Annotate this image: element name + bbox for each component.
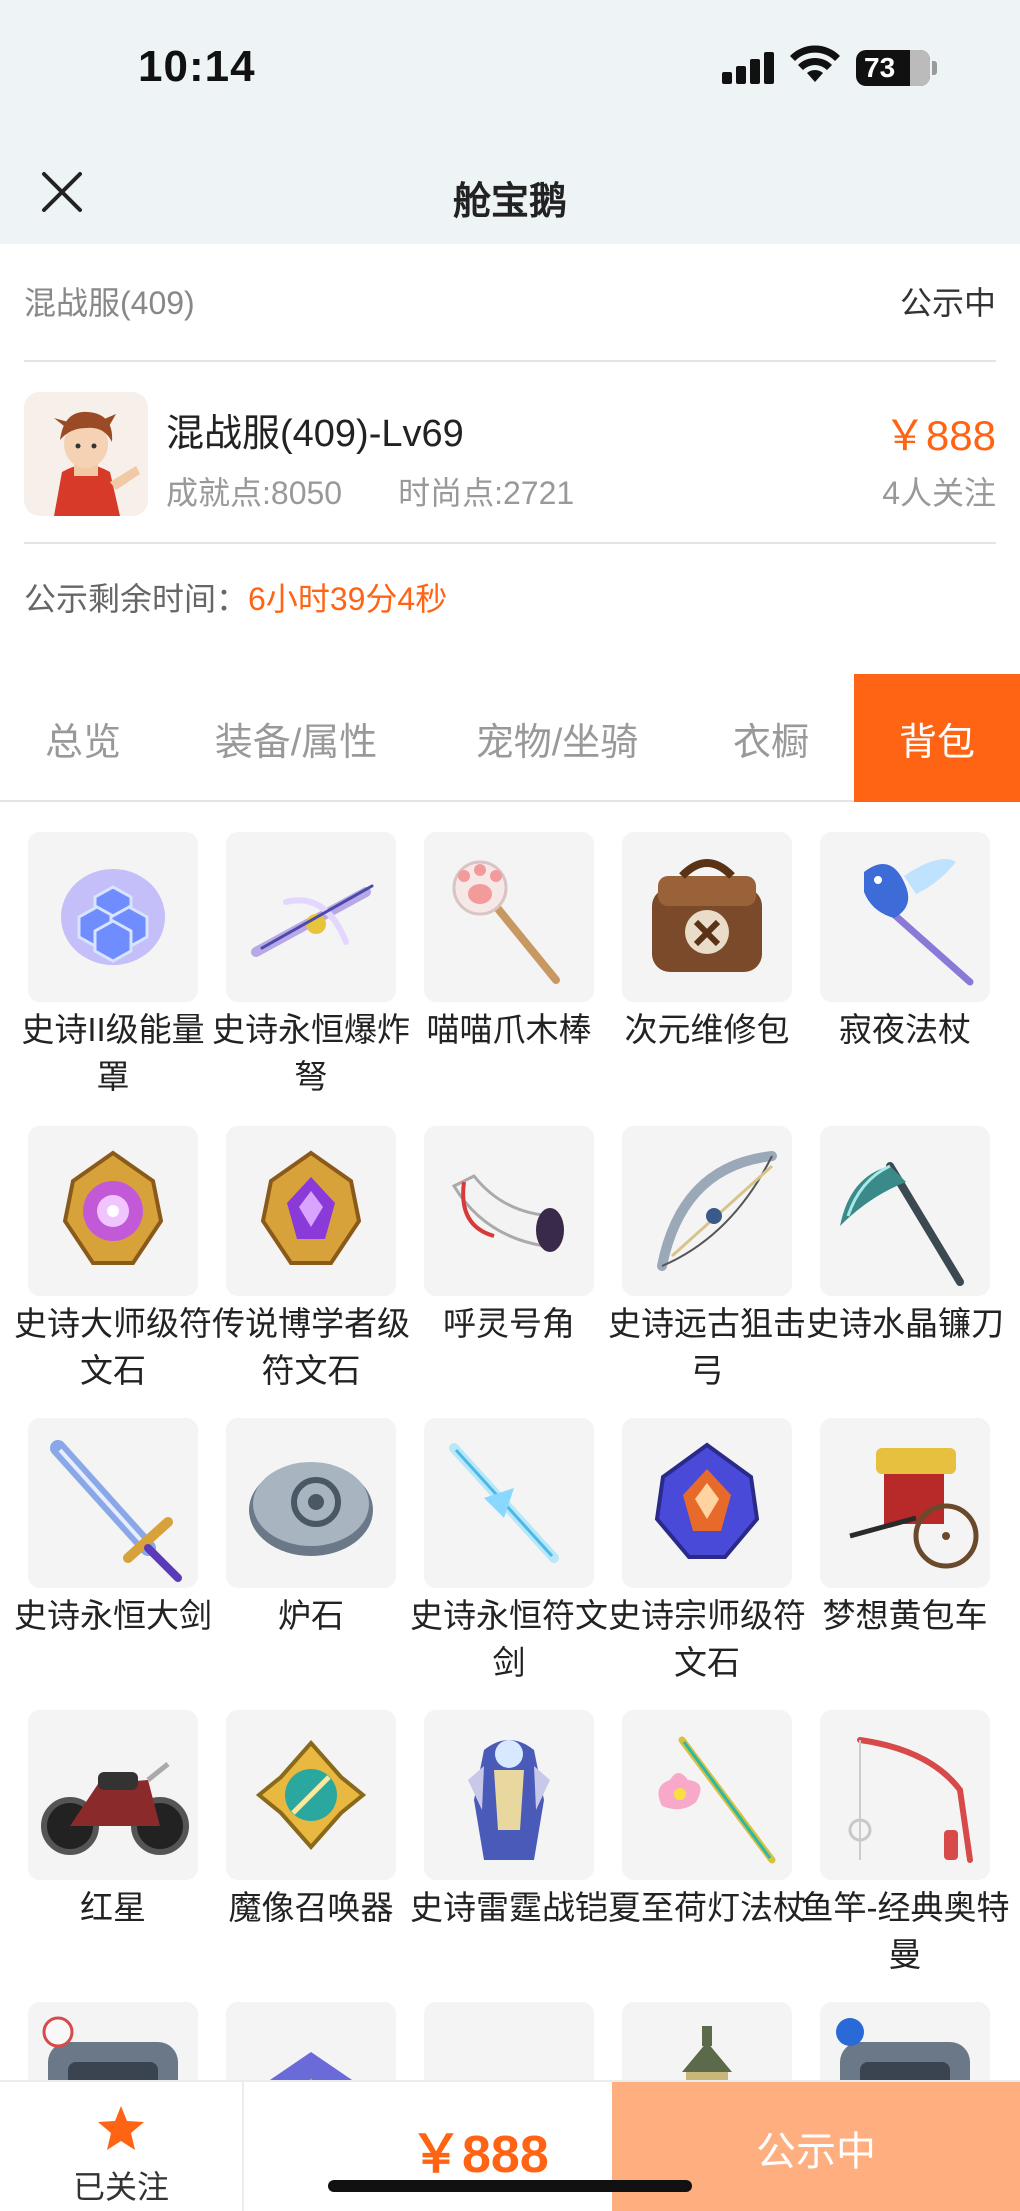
- achievement-points: 成就点:8050: [166, 475, 343, 511]
- inventory-item-name: 传说博学者级符文石: [212, 1305, 410, 1389]
- paw-staff-icon: [424, 832, 594, 1002]
- battery-tip: [932, 61, 937, 75]
- account-price: ￥888: [883, 412, 996, 459]
- lotus-staff-icon-art: [658, 1736, 776, 1864]
- inventory-item-name: 史诗永恒符文剑: [410, 1597, 608, 1681]
- inventory-item-name: 史诗大师级符文石: [14, 1305, 212, 1389]
- tab-inventory[interactable]: 背包: [854, 674, 1020, 802]
- paw-staff-icon-art: [452, 860, 560, 984]
- inventory-item-name: 史诗宗师级符文石: [608, 1597, 806, 1681]
- avatar: [24, 392, 148, 516]
- rune-stone-red-icon: [622, 1418, 792, 1588]
- inventory-item-name: 史诗II级能量罩: [21, 1011, 205, 1095]
- account-stats: 成就点:8050 时尚点:2721: [166, 468, 574, 514]
- wifi-icon: [790, 45, 840, 82]
- scythe-icon-art: [840, 1162, 964, 1286]
- countdown-label: 公示剩余时间：: [24, 581, 249, 617]
- inventory-item-name: 红星: [80, 1889, 146, 1926]
- crossbow-icon: [226, 832, 396, 1002]
- greatsword-icon: [28, 1418, 198, 1588]
- follow-label: 已关注: [72, 2169, 169, 2205]
- scythe-icon: [820, 1126, 990, 1296]
- inventory-item-name: 次元维修包: [624, 1011, 790, 1048]
- tab-bar: 总览 装备/属性 宠物/坐骑 衣橱 背包: [0, 674, 1020, 802]
- repair-bag-icon: [622, 832, 792, 1002]
- home-indicator: [328, 2180, 692, 2192]
- account-title: 混战服(409)-Lv69: [166, 413, 464, 455]
- battery-empty-segment: [910, 50, 930, 86]
- horn-icon-art: [451, 1174, 564, 1252]
- follower-count: 4人关注: [882, 475, 996, 511]
- pegasus-staff-icon-art: [864, 859, 974, 986]
- rune-stone-red-icon-art: [654, 1442, 760, 1559]
- repair-bag-icon-art: [652, 859, 762, 972]
- inventory-item-name: 史诗永恒大剑: [14, 1597, 212, 1634]
- inventory-item-name: 史诗远古狙击弓: [608, 1305, 806, 1389]
- bottom-price: ￥888: [410, 2126, 549, 2184]
- inventory-item-name: 炉石: [278, 1597, 344, 1634]
- fishing-rod-icon: [820, 1710, 990, 1880]
- armor-icon: [424, 1710, 594, 1880]
- crossbow-icon-art: [251, 884, 374, 957]
- horn-icon: [424, 1126, 594, 1296]
- greatsword-icon-art: [50, 1440, 182, 1582]
- inventory-item-name: 呼灵号角: [443, 1305, 575, 1342]
- star-icon: [98, 2106, 144, 2150]
- nav-bar: 舱宝鹅: [0, 140, 1020, 244]
- inventory-item-name: 史诗雷霆战铠: [410, 1889, 608, 1926]
- listing-status: 公示中: [899, 285, 996, 321]
- status-bar: 10:14 73: [0, 0, 1020, 140]
- bow-icon-art: [657, 1151, 777, 1271]
- server-row: 混战服(409) 公示中: [24, 244, 996, 362]
- rickshaw-icon: [820, 1418, 990, 1588]
- golem-summoner-icon: [226, 1710, 396, 1880]
- server-name: 混战服(409): [24, 285, 195, 321]
- rickshaw-icon-art: [849, 1448, 979, 1569]
- inventory-item-name: 史诗永恒爆炸弩: [212, 1011, 410, 1095]
- inventory-item-name: 史诗水晶镰刀: [806, 1305, 1004, 1342]
- rune-sword-icon-art: [449, 1443, 559, 1563]
- rune-stone-icon-art: [62, 1150, 164, 1265]
- golem-summoner-icon-art: [255, 1739, 367, 1851]
- inventory-item-name: 魔像召唤器: [228, 1889, 394, 1926]
- follow-button[interactable]: 已关注: [0, 2082, 244, 2211]
- inventory-item-name: 喵喵爪木棒: [426, 1011, 592, 1048]
- countdown-value: 6小时39分4秒: [248, 581, 448, 617]
- inventory-item-name: 寂夜法杖: [839, 1011, 971, 1048]
- pegasus-staff-icon: [820, 832, 990, 1002]
- countdown-row: 公示剩余时间：6小时39分4秒: [24, 574, 447, 620]
- inventory-item-name: 梦想黄包车: [822, 1597, 988, 1634]
- rune-stone-icon: [28, 1126, 198, 1296]
- page-title: 舱宝鹅: [452, 181, 567, 223]
- rune-stone-purple-icon: [226, 1126, 396, 1296]
- tab-equipment[interactable]: 装备/属性: [166, 674, 426, 802]
- energy-shield-icon-art: [61, 869, 165, 965]
- hearthstone-icon: [226, 1418, 396, 1588]
- rune-stone-purple-icon-art: [260, 1150, 362, 1265]
- hearthstone-icon-art: [249, 1462, 373, 1556]
- fishing-rod-icon-art: [848, 1737, 973, 1863]
- tab-wardrobe[interactable]: 衣橱: [688, 674, 854, 802]
- bow-icon: [622, 1126, 792, 1296]
- account-summary[interactable]: 混战服(409)-Lv69 成就点:8050 时尚点:2721 ￥888 4人关注: [24, 362, 996, 544]
- fashion-points: 时尚点:2721: [398, 475, 575, 511]
- battery-level: 73: [864, 52, 896, 83]
- armor-icon-art: [468, 1740, 550, 1860]
- energy-shield-icon: [28, 832, 198, 1002]
- motorcycle-icon: [28, 1710, 198, 1880]
- motorcycle-icon-art: [41, 1762, 189, 1855]
- rune-sword-icon: [424, 1418, 594, 1588]
- inventory-item-name: 鱼竿-经典奥特曼: [800, 1889, 1010, 1973]
- battery-icon: 73: [856, 50, 930, 86]
- cellular-signal-icon: [722, 52, 776, 84]
- tab-overview[interactable]: 总览: [0, 674, 166, 802]
- tab-pets-mounts[interactable]: 宠物/坐骑: [426, 674, 688, 802]
- inventory-item-name: 夏至荷灯法杖: [608, 1889, 806, 1926]
- lotus-staff-icon: [622, 1710, 792, 1880]
- status-time: 10:14: [138, 42, 256, 91]
